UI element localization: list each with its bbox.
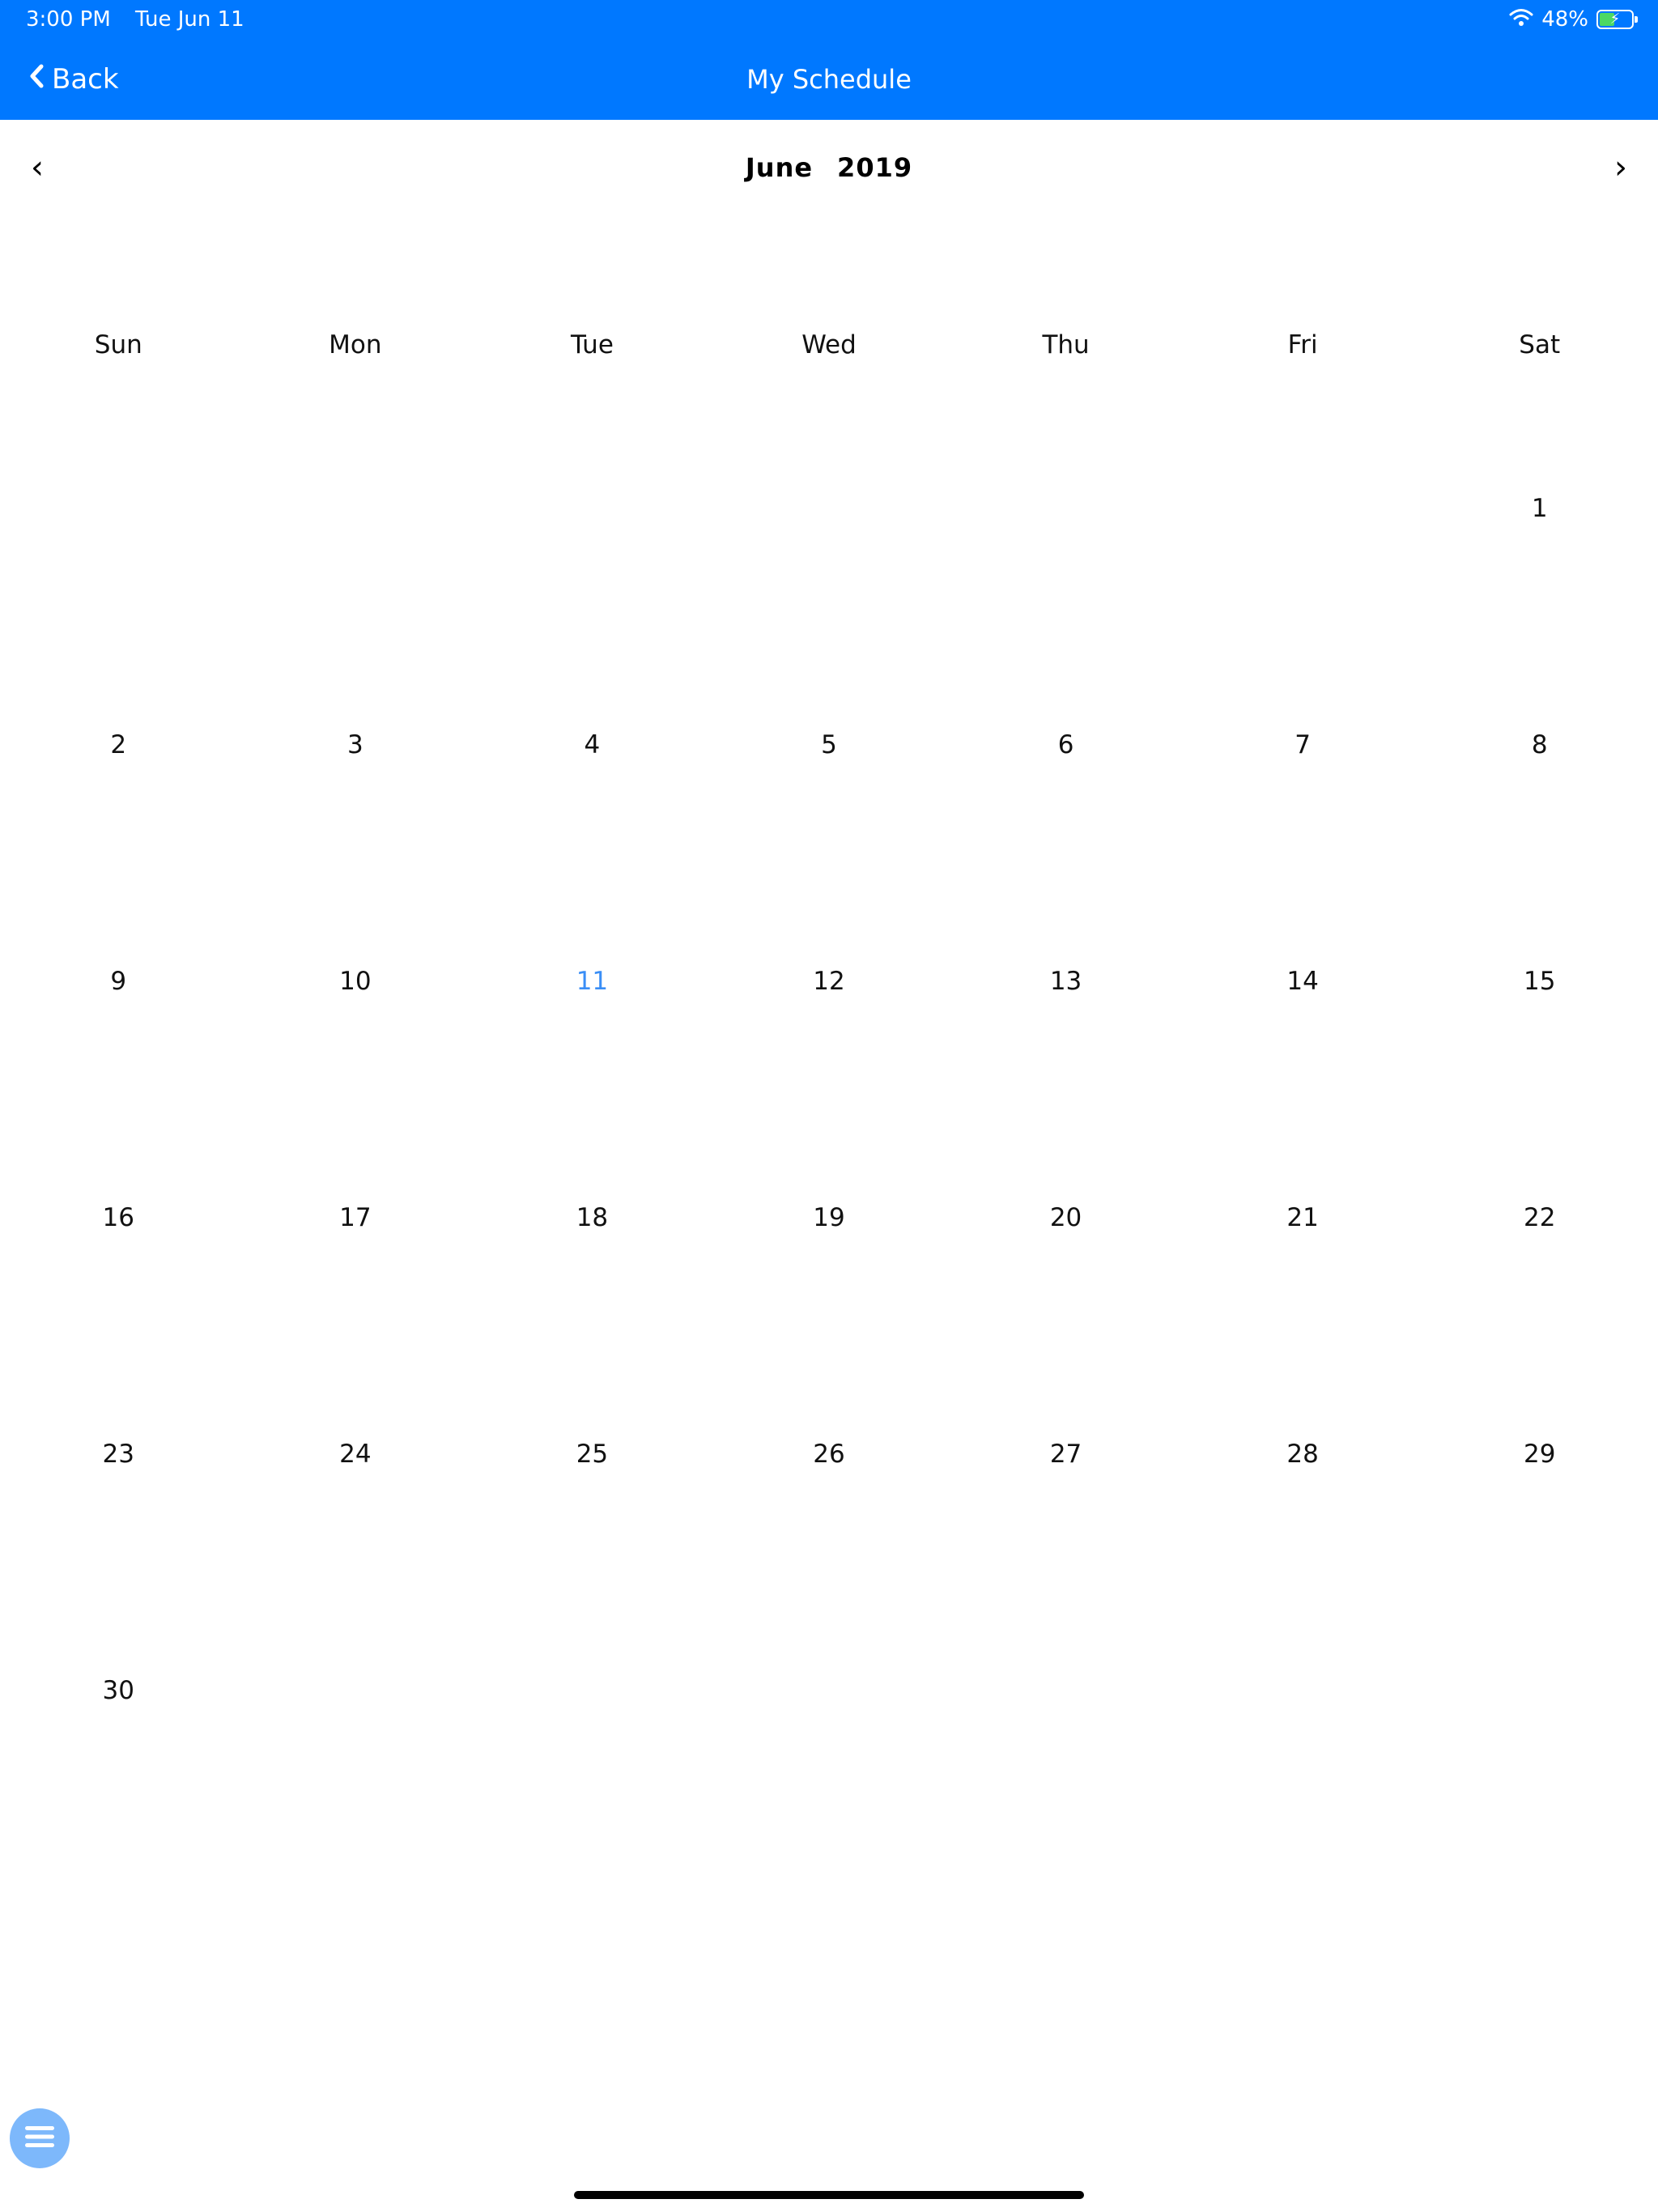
empty-day-cell: [1184, 479, 1422, 716]
empty-day-cell: [237, 479, 474, 716]
wifi-icon: [1509, 7, 1533, 32]
battery-charging-icon: ⚡: [1596, 10, 1638, 29]
weekday-header-wed: Wed: [801, 330, 857, 359]
empty-day-cell: [711, 479, 948, 716]
month-header: ‹ June 2019 ›: [0, 139, 1658, 196]
day-cell-1[interactable]: 1: [1421, 479, 1658, 716]
weekday-header-mon: Mon: [329, 330, 382, 359]
day-cell-26[interactable]: 26: [711, 1425, 948, 1661]
navigation-bar: 3:00 PM Tue Jun 11 48% ⚡ Back My Schedul…: [0, 0, 1658, 120]
battery-percentage: 48%: [1541, 7, 1588, 32]
weekday-header-fri: Fri: [1287, 330, 1318, 359]
menu-button[interactable]: [10, 2108, 70, 2168]
day-cell-28[interactable]: 28: [1184, 1425, 1422, 1661]
day-cell-19[interactable]: 19: [711, 1189, 948, 1425]
day-cell-30[interactable]: 30: [0, 1661, 237, 1898]
page-title: My Schedule: [746, 64, 912, 95]
hamburger-menu-icon: [23, 2124, 56, 2153]
calendar-grid: 1 2 3 4 5 6 7 8 9 10 11 12 13 14 15 16 17 18 19 20 21 22 23 24 2…: [0, 479, 1658, 1898]
day-cell-12[interactable]: 12: [711, 952, 948, 1189]
chevron-right-icon: ›: [1614, 149, 1627, 186]
day-cell-25[interactable]: 25: [474, 1425, 711, 1661]
weekday-header-thu: Thu: [1042, 330, 1090, 359]
status-bar-indicators: 48% ⚡: [1509, 6, 1638, 32]
month-label: June: [745, 152, 814, 183]
day-cell-6[interactable]: 6: [947, 716, 1184, 952]
day-cell-2[interactable]: 2: [0, 716, 237, 952]
day-cell-9[interactable]: 9: [0, 952, 237, 1189]
status-date: Tue Jun 11: [135, 7, 244, 32]
day-cell-10[interactable]: 10: [237, 952, 474, 1189]
status-bar-time: 3:00 PM Tue Jun 11: [26, 6, 244, 32]
empty-day-cell: [711, 1661, 948, 1898]
status-time: 3:00 PM: [26, 7, 111, 32]
day-cell-23[interactable]: 23: [0, 1425, 237, 1661]
day-cell-27[interactable]: 27: [947, 1425, 1184, 1661]
day-cell-5[interactable]: 5: [711, 716, 948, 952]
year-label: 2019: [837, 152, 913, 183]
empty-day-cell: [474, 479, 711, 716]
day-cell-3[interactable]: 3: [237, 716, 474, 952]
empty-day-cell: [0, 479, 237, 716]
next-month-button[interactable]: ›: [1588, 139, 1653, 196]
day-cell-15[interactable]: 15: [1421, 952, 1658, 1189]
weekday-header-row: Sun Mon Tue Wed Thu Fri Sat: [0, 321, 1658, 369]
empty-day-cell: [237, 1661, 474, 1898]
empty-day-cell: [1421, 1661, 1658, 1898]
day-cell-18[interactable]: 18: [474, 1189, 711, 1425]
weekday-header-sat: Sat: [1519, 330, 1561, 359]
day-cell-17[interactable]: 17: [237, 1189, 474, 1425]
day-cell-11[interactable]: 11: [474, 952, 711, 1189]
day-cell-29[interactable]: 29: [1421, 1425, 1658, 1661]
day-cell-13[interactable]: 13: [947, 952, 1184, 1189]
day-cell-24[interactable]: 24: [237, 1425, 474, 1661]
empty-day-cell: [947, 1661, 1184, 1898]
home-indicator[interactable]: [574, 2191, 1084, 2199]
day-cell-14[interactable]: 14: [1184, 952, 1422, 1189]
weekday-header-tue: Tue: [570, 330, 614, 359]
day-cell-8[interactable]: 8: [1421, 716, 1658, 952]
day-cell-20[interactable]: 20: [947, 1189, 1184, 1425]
day-cell-7[interactable]: 7: [1184, 716, 1422, 952]
empty-day-cell: [1184, 1661, 1422, 1898]
empty-day-cell: [474, 1661, 711, 1898]
month-year-title: June 2019: [0, 139, 1658, 196]
day-cell-21[interactable]: 21: [1184, 1189, 1422, 1425]
day-cell-16[interactable]: 16: [0, 1189, 237, 1425]
day-cell-22[interactable]: 22: [1421, 1189, 1658, 1425]
empty-day-cell: [947, 479, 1184, 716]
weekday-header-sun: Sun: [94, 330, 142, 359]
day-cell-4[interactable]: 4: [474, 716, 711, 952]
